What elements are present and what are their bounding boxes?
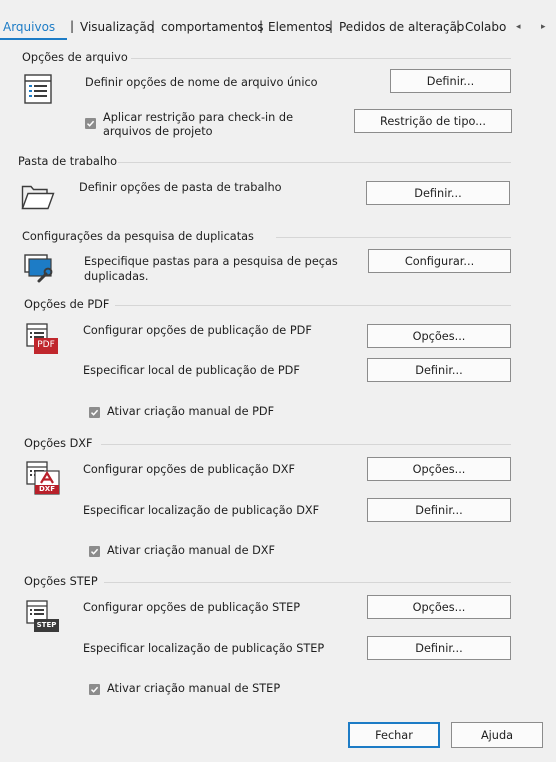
pdf-icon-label: PDF <box>37 340 55 350</box>
step-manual-label: Ativar criação manual de STEP <box>107 682 281 695</box>
checkin-restriction-label-line2: arquivos de projeto <box>103 125 213 138</box>
section-title-pdf: Opções de PDF <box>24 298 110 311</box>
step-location-label: Especificar localização de publicação ST… <box>83 642 325 655</box>
section-divider <box>118 162 511 163</box>
tab-separator: | <box>329 19 334 33</box>
close-button[interactable]: Fechar <box>348 722 440 748</box>
define-unique-filename-button[interactable]: Definir... <box>390 69 511 93</box>
section-divider <box>131 58 511 59</box>
active-tab-indicator <box>0 38 67 40</box>
dxf-document-icon: DXF <box>26 461 60 495</box>
checkin-restriction-checkbox[interactable] <box>85 118 96 129</box>
tab-separator: | <box>259 19 264 33</box>
dxf-configure-label: Configurar opções de publicação DXF <box>83 463 296 476</box>
section-divider <box>276 237 511 238</box>
pdf-location-label: Especificar local de publicação de PDF <box>83 364 300 377</box>
step-document-icon: STEP <box>26 600 60 634</box>
dxf-manual-label: Ativar criação manual de DXF <box>107 544 276 557</box>
folder-icon <box>21 184 55 213</box>
dxf-manual-checkbox[interactable] <box>89 546 100 557</box>
section-title-duplicate-search: Configurações da pesquisa de duplicatas <box>22 230 254 243</box>
duplicate-search-label-line2: duplicadas. <box>84 270 149 283</box>
step-icon-label: STEP <box>36 621 57 629</box>
section-title-dxf: Opções DXF <box>24 437 93 450</box>
tab-strip: Arquivos | Visualização | comportamentos… <box>0 14 556 38</box>
step-options-button[interactable]: Opções... <box>367 595 511 619</box>
tab-pedidos-de-alteracao[interactable]: Pedidos de alteração <box>339 20 464 34</box>
step-location-define-button[interactable]: Definir... <box>367 636 511 660</box>
section-divider <box>104 582 511 583</box>
tab-separator: | <box>151 19 156 33</box>
type-restriction-button[interactable]: Restrição de tipo... <box>354 109 512 133</box>
pdf-document-icon: PDF <box>26 323 58 355</box>
section-divider <box>115 305 511 306</box>
tab-elementos[interactable]: Elementos <box>268 20 331 34</box>
checkin-restriction-label-line1: Aplicar restrição para check-in de <box>103 111 294 124</box>
section-divider <box>101 444 511 445</box>
duplicate-search-label-line1: Especifique pastas para a pesquisa de pe… <box>84 255 338 268</box>
unique-filename-label: Definir opções de nome de arquivo único <box>85 76 318 89</box>
section-title-workspace: Pasta de trabalho <box>18 155 118 168</box>
pdf-manual-label: Ativar criação manual de PDF <box>107 405 275 418</box>
list-document-icon <box>24 74 52 107</box>
dxf-location-label: Especificar localização de publicação DX… <box>83 504 320 517</box>
section-title-file-options: Opções de arquivo <box>22 51 128 64</box>
define-workspace-button[interactable]: Definir... <box>366 181 510 205</box>
dxf-location-define-button[interactable]: Definir... <box>367 498 511 522</box>
step-manual-checkbox[interactable] <box>89 684 100 695</box>
step-configure-label: Configurar opções de publicação STEP <box>83 601 301 614</box>
tab-separator: | <box>456 19 461 33</box>
pdf-configure-label: Configurar opções de publicação de PDF <box>83 324 312 337</box>
tab-colaboracao[interactable]: Colabor <box>465 20 506 34</box>
tab-scroll-right-icon[interactable]: ▸ <box>541 22 546 32</box>
tab-visualizacao[interactable]: Visualização <box>80 20 154 34</box>
pdf-location-define-button[interactable]: Definir... <box>367 358 511 382</box>
configure-duplicate-search-button[interactable]: Configurar... <box>368 249 511 273</box>
tab-comportamentos[interactable]: comportamentos <box>161 20 264 34</box>
section-title-step: Opções STEP <box>24 575 98 588</box>
workspace-label: Definir opções de pasta de trabalho <box>79 181 282 194</box>
tab-arquivos[interactable]: Arquivos <box>3 20 55 34</box>
tab-scroll-left-icon[interactable]: ◂ <box>516 22 521 32</box>
dxf-options-button[interactable]: Opções... <box>367 457 511 481</box>
duplicate-search-settings-icon <box>24 254 56 287</box>
help-button[interactable]: Ajuda <box>451 722 543 748</box>
tab-separator: | <box>70 19 75 33</box>
pdf-options-button[interactable]: Opções... <box>367 324 511 348</box>
pdf-manual-checkbox[interactable] <box>89 407 100 418</box>
dxf-icon-label: DXF <box>39 485 55 493</box>
